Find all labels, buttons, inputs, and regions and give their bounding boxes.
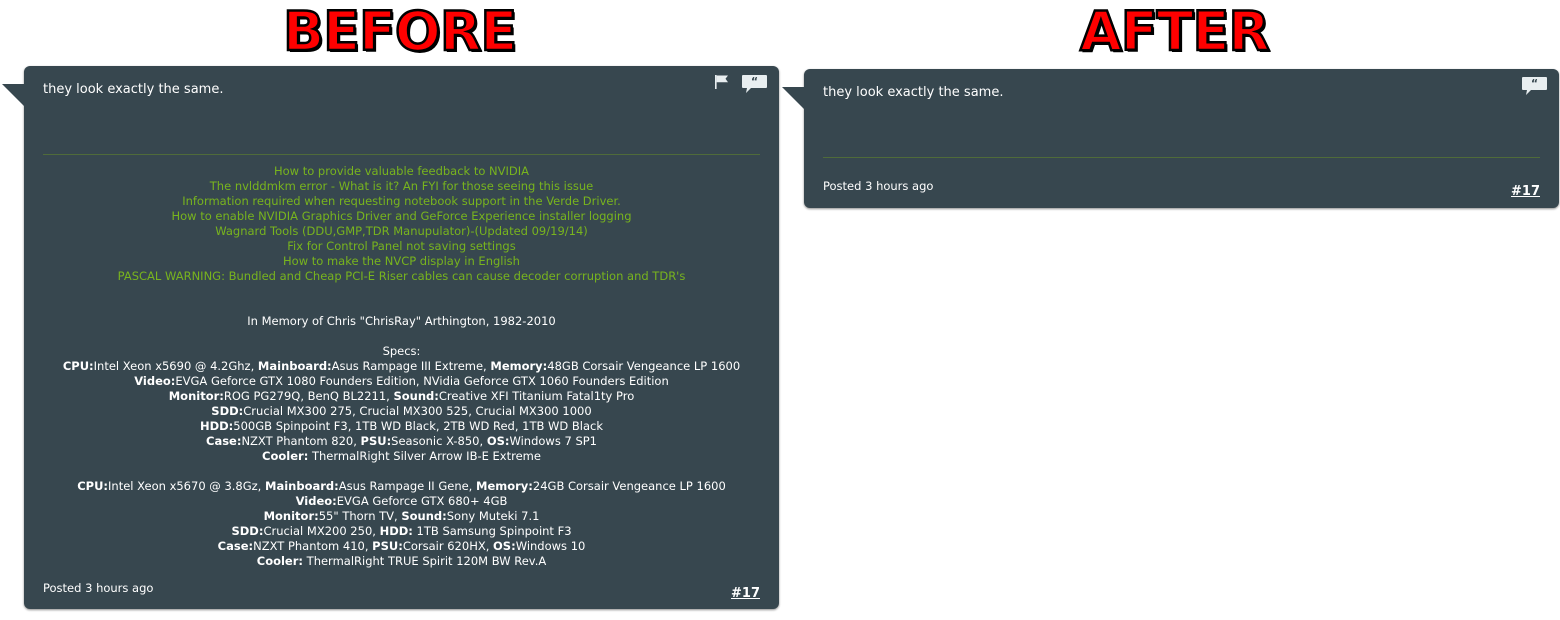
post-timestamp: Posted 3 hours ago (823, 179, 934, 193)
signature-link[interactable]: Fix for Control Panel not saving setting… (24, 239, 779, 254)
spec-label: Cooler: (256, 554, 304, 568)
spec-value: Crucial MX200 250, (263, 524, 380, 538)
spec-value: 55" Thorn TV, (318, 509, 402, 523)
spec-label: Monitor: (263, 509, 319, 523)
spec-label: CPU: (77, 479, 109, 493)
spec-line-ssd: SDD:Crucial MX200 250, HDD: 1TB Samsung … (24, 524, 779, 539)
spec-line-cooler: Cooler: ThermalRight Silver Arrow IB-E E… (24, 449, 779, 464)
spec-line-monitor: Monitor:ROG PG279Q, BenQ BL2211, Sound:C… (24, 389, 779, 404)
spec-value: Crucial MX300 275, Crucial MX300 525, Cr… (243, 404, 592, 418)
spec-label: SDD: (231, 524, 264, 538)
spec-line-cpu: CPU:Intel Xeon x5690 @ 4.2Ghz, Mainboard… (24, 359, 779, 374)
spec-block-rig2: CPU:Intel Xeon x5670 @ 3.8Gz, Mainboard:… (24, 479, 779, 569)
signature-link[interactable]: How to make the NVCP display in English (24, 254, 779, 269)
specs-label: Specs: (382, 344, 421, 358)
spec-value: 24GB Corsair Vengeance LP 1600 (532, 479, 726, 493)
signature-link[interactable]: How to enable NVIDIA Graphics Driver and… (24, 209, 779, 224)
spec-value: Windows 7 SP1 (509, 434, 597, 448)
spec-label: OS: (493, 539, 516, 553)
spec-value: EVGA Geforce GTX 1080 Founders Edition, … (175, 374, 669, 388)
spec-label: Mainboard: (265, 479, 339, 493)
spec-label: Monitor: (168, 389, 224, 403)
spec-value: Intel Xeon x5690 @ 4.2Ghz, (93, 359, 258, 373)
spec-line-hdd: HDD:500GB Spinpoint F3, 1TB WD Black, 2T… (24, 419, 779, 434)
quote-icon[interactable]: “ (1521, 76, 1548, 96)
spec-line-case: Case:NZXT Phantom 820, PSU:Seasonic X-85… (24, 434, 779, 449)
forum-post-before: they look exactly the same. “ How to pro… (2, 66, 779, 609)
spec-line-case: Case:NZXT Phantom 410, PSU:Corsair 620HX… (24, 539, 779, 554)
spec-value: 48GB Corsair Vengeance LP 1600 (547, 359, 741, 373)
spec-label: Cooler: (262, 449, 309, 463)
post-message: they look exactly the same. (43, 82, 224, 97)
speech-bubble-tail (782, 87, 804, 109)
spec-label: Video: (134, 374, 176, 388)
spec-label: Memory: (476, 479, 533, 493)
svg-text:“: “ (751, 75, 758, 88)
spec-value: Seasonic X-850, (391, 434, 487, 448)
spec-label: OS: (486, 434, 510, 448)
spec-label: PSU: (372, 539, 403, 553)
signature-link[interactable]: PASCAL WARNING: Bundled and Cheap PCI-E … (24, 269, 779, 284)
before-heading: BEFORE (282, 0, 519, 64)
spec-value: Sony Muteki 7.1 (446, 509, 540, 523)
post-timestamp: Posted 3 hours ago (43, 581, 154, 595)
spec-label: CPU: (62, 359, 94, 373)
spec-line-monitor: Monitor:55" Thorn TV, Sound:Sony Muteki … (24, 509, 779, 524)
post-number-link[interactable]: #17 (1511, 184, 1540, 199)
spec-value: 500GB Spinpoint F3, 1TB WD Black, 2TB WD… (233, 419, 604, 433)
spec-block-rig1: CPU:Intel Xeon x5690 @ 4.2Ghz, Mainboard… (24, 359, 779, 464)
spec-line-video: Video:EVGA Geforce GTX 1080 Founders Edi… (24, 374, 779, 389)
signature-link[interactable]: The nvlddmkm error - What is it? An FYI … (24, 179, 779, 194)
spec-value: Intel Xeon x5670 @ 3.8Gz, (108, 479, 265, 493)
spec-value: ROG PG279Q, BenQ BL2211, (223, 389, 394, 403)
flag-icon[interactable] (713, 74, 731, 90)
spec-label: SDD: (211, 404, 244, 418)
spec-label: Sound: (393, 389, 439, 403)
spec-label: Mainboard: (257, 359, 332, 373)
speech-bubble-tail (2, 84, 24, 106)
signature-links: How to provide valuable feedback to NVID… (24, 164, 779, 284)
spec-value: Asus Rampage III Extreme, (331, 359, 491, 373)
spec-value: Corsair 620HX, (402, 539, 494, 553)
spec-label: Memory: (490, 359, 548, 373)
spec-label: Video: (295, 494, 337, 508)
spec-value: Creative XFI Titanium Fatal1ty Pro (438, 389, 635, 403)
spec-value: 1TB Samsung Spinpoint F3 (412, 524, 572, 538)
spec-line-cooler: Cooler: ThermalRight TRUE Spirit 120M BW… (24, 554, 779, 569)
spec-value: ThermalRight Silver Arrow IB-E Extreme (308, 449, 541, 463)
quote-icon[interactable]: “ (741, 74, 768, 94)
spec-label: HDD: (379, 524, 413, 538)
post-message: they look exactly the same. (823, 85, 1004, 100)
spec-label: HDD: (199, 419, 234, 433)
memorial-text: In Memory of Chris "ChrisRay" Arthington… (247, 314, 556, 328)
spec-value: Asus Rampage II Gene, (338, 479, 476, 493)
spec-label: Case: (206, 434, 242, 448)
signature-link[interactable]: How to provide valuable feedback to NVID… (24, 164, 779, 179)
spec-value: NZXT Phantom 410, (253, 539, 373, 553)
signature-link[interactable]: Wagnard Tools (DDU,GMP,TDR Manupulator)-… (24, 224, 779, 239)
signature-link[interactable]: Information required when requesting not… (24, 194, 779, 209)
signature-divider (43, 154, 760, 155)
forum-post-after: they look exactly the same. “ Posted 3 h… (782, 69, 1559, 208)
spec-label: Case: (217, 539, 254, 553)
spec-value: Windows 10 (515, 539, 586, 553)
after-heading: AFTER (1079, 0, 1271, 64)
spec-line-cpu: CPU:Intel Xeon x5670 @ 3.8Gz, Mainboard:… (24, 479, 779, 494)
signature: How to provide valuable feedback to NVID… (24, 164, 779, 569)
svg-text:“: “ (1531, 77, 1538, 90)
spec-label: PSU: (360, 434, 392, 448)
spec-line-video: Video:EVGA Geforce GTX 680+ 4GB (24, 494, 779, 509)
spec-value: ThermalRight TRUE Spirit 120M BW Rev.A (303, 554, 547, 568)
spec-label: Sound: (401, 509, 447, 523)
spec-line-ssd: SDD:Crucial MX300 275, Crucial MX300 525… (24, 404, 779, 419)
spec-value: NZXT Phantom 820, (241, 434, 361, 448)
post-number-link[interactable]: #17 (731, 586, 760, 601)
spec-value: EVGA Geforce GTX 680+ 4GB (336, 494, 508, 508)
signature-divider (823, 157, 1540, 158)
